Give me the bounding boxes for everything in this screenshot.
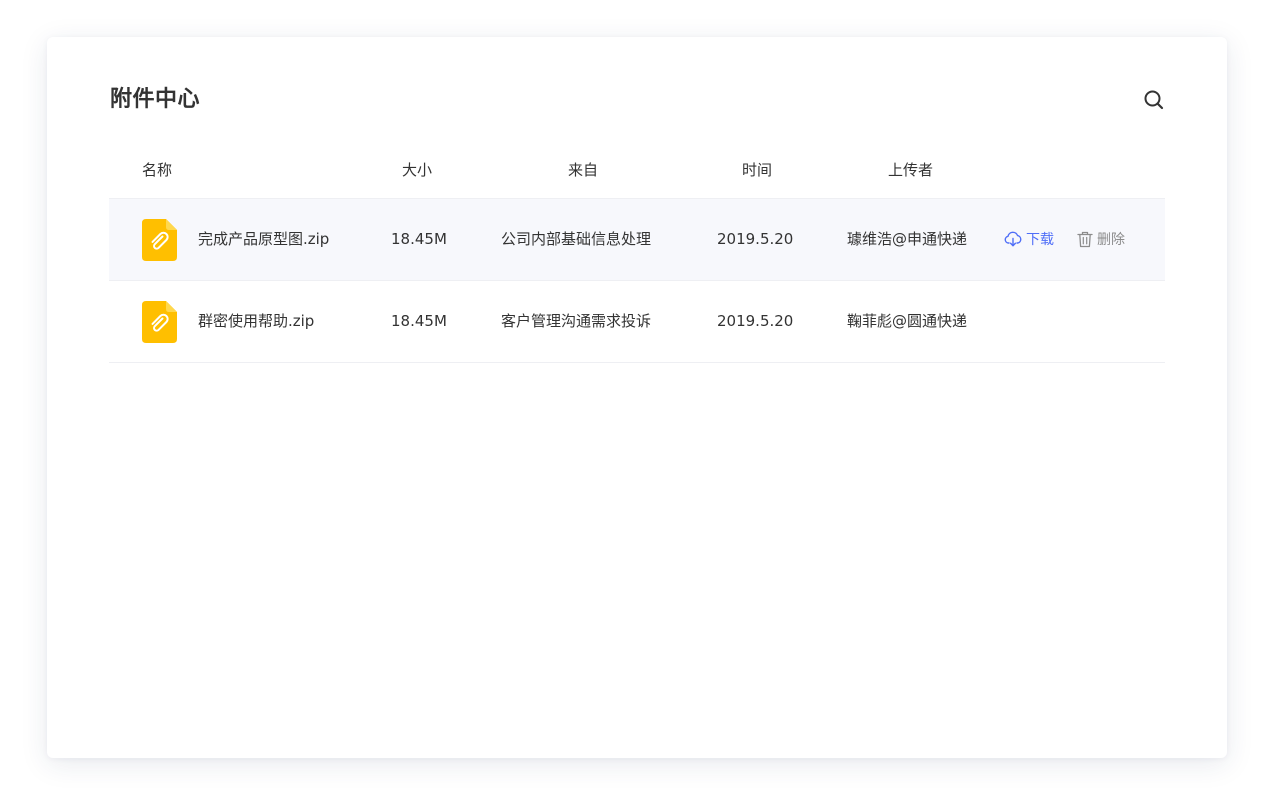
column-header-size: 大小: [402, 161, 433, 179]
file-size: 18.45M: [391, 230, 447, 248]
trash-icon: [1077, 231, 1093, 247]
paperclip-file-icon: [142, 219, 177, 261]
file-source: 客户管理沟通需求投诉: [501, 312, 652, 330]
download-label: 下载: [1026, 232, 1054, 248]
file-source: 公司内部基础信息处理: [501, 230, 652, 248]
column-header-uploader: 上传者: [888, 161, 934, 179]
delete-button[interactable]: 删除: [1077, 229, 1125, 249]
table-header: 名称 大小 来自 时间 上传者: [109, 147, 1165, 199]
file-size: 18.45M: [391, 312, 447, 330]
file-name[interactable]: 群密使用帮助.zip: [198, 281, 314, 362]
file-name[interactable]: 完成产品原型图.zip: [198, 199, 329, 280]
search-icon: [1144, 90, 1164, 110]
attachment-center-panel: 附件中心 名称 大小 来自 时间 上传者 完成产品原型图.zip 18.45M: [47, 37, 1227, 758]
column-header-name: 名称: [142, 161, 173, 179]
table-row[interactable]: 群密使用帮助.zip 18.45M 客户管理沟通需求投诉 2019.5.20 鞠…: [109, 281, 1165, 363]
file-uploader: 璩维浩@申通快递: [847, 230, 968, 248]
attachment-table: 名称 大小 来自 时间 上传者 完成产品原型图.zip 18.45M 公司内部基…: [109, 147, 1165, 363]
column-header-time: 时间: [742, 161, 773, 179]
search-button[interactable]: [1141, 87, 1167, 113]
table-row[interactable]: 完成产品原型图.zip 18.45M 公司内部基础信息处理 2019.5.20 …: [109, 199, 1165, 281]
cloud-download-icon: [1004, 231, 1022, 247]
file-time: 2019.5.20: [717, 312, 794, 330]
column-header-source: 来自: [568, 161, 599, 179]
file-uploader: 鞠菲彪@圆通快递: [847, 312, 968, 330]
page-title: 附件中心: [110, 87, 201, 112]
download-button[interactable]: 下载: [1004, 229, 1054, 249]
delete-label: 删除: [1097, 232, 1125, 248]
file-time: 2019.5.20: [717, 230, 794, 248]
paperclip-file-icon: [142, 301, 177, 343]
